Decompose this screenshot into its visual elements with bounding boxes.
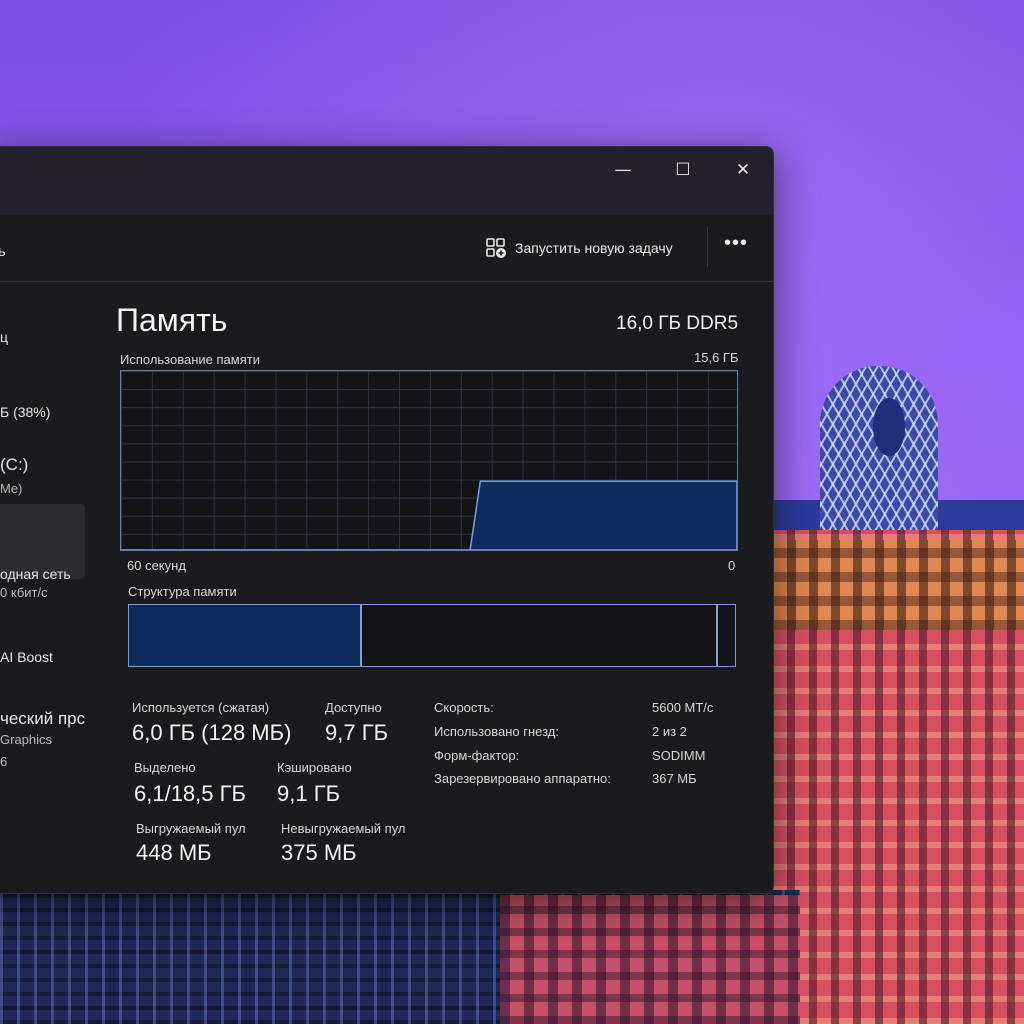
usage-graph-max: 15,6 ГБ — [694, 350, 739, 365]
detail-form-factor-label: Форм-фактор: — [434, 748, 520, 763]
wallpaper-building-top — [765, 540, 1024, 630]
sidebar-item-gpu-sub2: 6 — [0, 754, 8, 769]
page-title: Память — [116, 302, 228, 338]
maximize-button[interactable]: ☐ — [658, 153, 708, 187]
memory-capacity: 16,0 ГБ DDR5 — [616, 313, 739, 334]
sidebar-item-label[interactable]: ц — [0, 329, 8, 345]
command-divider — [707, 227, 708, 267]
detail-slots-label: Использовано гнезд: — [434, 724, 559, 739]
nonpaged-pool-label: Невыгружаемый пул — [281, 821, 406, 836]
run-new-task-button[interactable]: Запустить новую задачу — [485, 234, 673, 262]
sidebar-item-gpu-sub: Graphics — [0, 732, 53, 747]
run-task-icon — [486, 238, 506, 258]
committed-label: Выделено — [134, 760, 196, 775]
sidebar-item-npu-label[interactable]: AI Boost — [0, 649, 53, 665]
minimize-button[interactable]: — — [598, 153, 648, 187]
memory-usage-graph — [120, 370, 738, 551]
memory-usage-chart — [121, 480, 737, 550]
detail-reserved-label: Зарезервировано аппаратно: — [434, 771, 611, 786]
cached-label: Кэшировано — [277, 760, 352, 775]
detail-speed-label: Скорость: — [434, 700, 494, 715]
sidebar-item-memory-label[interactable]: Б (38%) — [0, 404, 50, 420]
composition-cached — [364, 605, 715, 666]
sidebar-item-gpu-label[interactable]: ческий прс — [0, 709, 85, 729]
graph-axis-left-label: 60 секунд — [127, 558, 186, 573]
more-options-button[interactable]: ••• — [724, 232, 748, 255]
in-use-label: Используется (сжатая) — [132, 700, 270, 715]
wallpaper-tower-window — [873, 398, 905, 456]
detail-slots-value: 2 из 2 — [652, 724, 687, 739]
composition-label: Структура памяти — [128, 584, 237, 599]
sidebar-item-disk-sub: Me) — [0, 481, 23, 496]
sidebar-item-network-sub: 0 кбит/с — [0, 585, 48, 600]
sidebar-item-disk-label[interactable]: (C:) — [0, 455, 28, 475]
sidebar-item-network-label[interactable]: одная сеть — [0, 566, 71, 582]
cached-value: 9,1 ГБ — [277, 781, 341, 806]
memory-usage-area — [121, 480, 737, 550]
paged-pool-value: 448 МБ — [136, 840, 212, 865]
available-label: Доступно — [325, 700, 382, 715]
title-bar[interactable]: — ☐ ✕ — [0, 147, 773, 215]
available-value: 9,7 ГБ — [325, 720, 389, 745]
paged-pool-label: Выгружаемый пул — [136, 821, 246, 836]
memory-composition-bar — [128, 604, 736, 667]
detail-speed-value: 5600 МТ/с — [652, 700, 714, 715]
wallpaper-tower — [820, 366, 938, 544]
close-button[interactable]: ✕ — [718, 153, 768, 187]
wallpaper-city-block — [500, 895, 800, 1024]
usage-graph-label: Использование памяти — [120, 352, 260, 367]
in-use-value: 6,0 ГБ (128 МБ) — [132, 720, 292, 745]
detail-reserved-value: 367 МБ — [652, 771, 697, 786]
graph-axis-right-label: 0 — [728, 558, 736, 573]
detail-form-factor-value: SODIMM — [652, 748, 706, 763]
composition-free — [716, 605, 734, 666]
page-heading-partial: ть — [0, 243, 6, 260]
committed-value: 6,1/18,5 ГБ — [134, 781, 246, 806]
nonpaged-pool-value: 375 МБ — [281, 840, 357, 865]
composition-in-use — [129, 605, 362, 666]
run-new-task-label: Запустить новую задачу — [515, 240, 673, 256]
